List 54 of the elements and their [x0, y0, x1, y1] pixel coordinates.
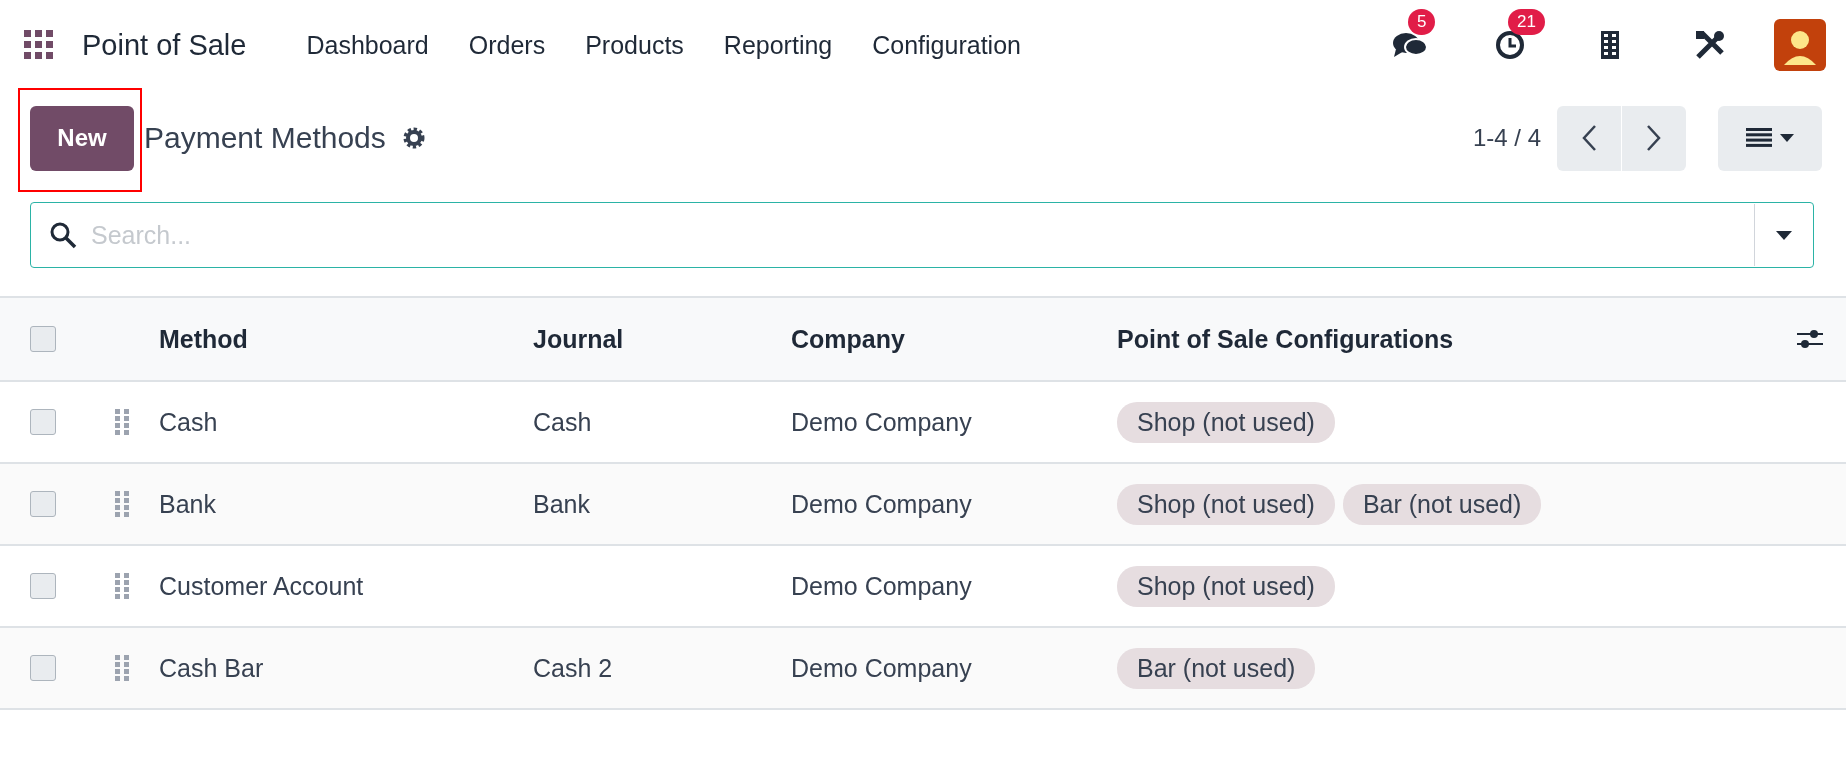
row-checkbox[interactable] — [30, 326, 56, 352]
tag: Bar (not used) — [1117, 647, 1316, 689]
table-cell: Demo Company — [791, 653, 972, 682]
table-cell: Customer Account — [159, 571, 364, 600]
notification-badge: 21 — [1508, 9, 1545, 35]
column-header[interactable]: Point of Sale Configurations — [1117, 324, 1454, 353]
user-avatar[interactable] — [1774, 19, 1826, 71]
table-cell: Cash — [533, 407, 592, 436]
app-name[interactable]: Point of Sale — [82, 28, 247, 62]
drag-handle-icon[interactable] — [115, 409, 129, 435]
next-button[interactable] — [1622, 105, 1686, 171]
chevron-left-icon — [1581, 124, 1597, 152]
table-cell: Cash Bar — [159, 653, 264, 682]
column-header[interactable]: Method — [159, 324, 248, 353]
menu-item[interactable]: Dashboard — [286, 30, 449, 60]
notification-badge: 5 — [1408, 9, 1436, 35]
column-header[interactable]: Journal — [533, 324, 624, 353]
row-checkbox[interactable] — [30, 655, 56, 681]
list-icon — [1746, 128, 1772, 148]
tag: Shop (not used) — [1117, 565, 1335, 607]
new-button[interactable]: New — [30, 105, 134, 171]
settings-icon[interactable] — [401, 126, 426, 150]
drag-handle-icon[interactable] — [115, 573, 129, 599]
pager-value[interactable]: 1-4 / 4 — [1472, 124, 1541, 152]
drag-handle-icon[interactable] — [115, 655, 129, 681]
table-cell: Cash — [159, 407, 218, 436]
row-checkbox[interactable] — [30, 573, 56, 599]
row-checkbox[interactable] — [30, 491, 56, 517]
previous-button[interactable] — [1557, 105, 1621, 171]
tag: Bar (not used) — [1342, 483, 1542, 525]
apps-menu-icon[interactable] — [24, 30, 54, 60]
table-cell: Bank — [533, 489, 590, 518]
tag: Shop (not used) — [1117, 483, 1335, 525]
page-title: Payment Methods — [144, 121, 386, 155]
table-cell: Cash 2 — [533, 653, 613, 682]
table-cell: Demo Company — [791, 571, 972, 600]
table-cell: Bank — [159, 489, 216, 518]
menu-item[interactable]: Orders — [448, 30, 566, 60]
table-cell: Demo Company — [791, 407, 972, 436]
tag: Shop (not used) — [1117, 401, 1335, 443]
search-icon — [49, 221, 77, 249]
clock-icon[interactable] — [1494, 29, 1526, 61]
caret-icon — [1776, 230, 1792, 240]
menu-item[interactable]: Configuration — [852, 30, 1041, 60]
column-header[interactable]: Company — [791, 324, 905, 353]
table-cell: Demo Company — [791, 489, 972, 518]
view-switcher-button[interactable] — [1718, 105, 1822, 171]
drag-handle-icon[interactable] — [115, 491, 129, 517]
caret-icon — [1780, 134, 1794, 142]
search-field[interactable]: Search... — [30, 202, 1814, 268]
chevron-right-icon — [1646, 124, 1662, 152]
menu-item[interactable]: Products — [565, 30, 704, 60]
menu-item[interactable]: Reporting — [703, 30, 853, 60]
row-checkbox[interactable] — [30, 409, 56, 435]
